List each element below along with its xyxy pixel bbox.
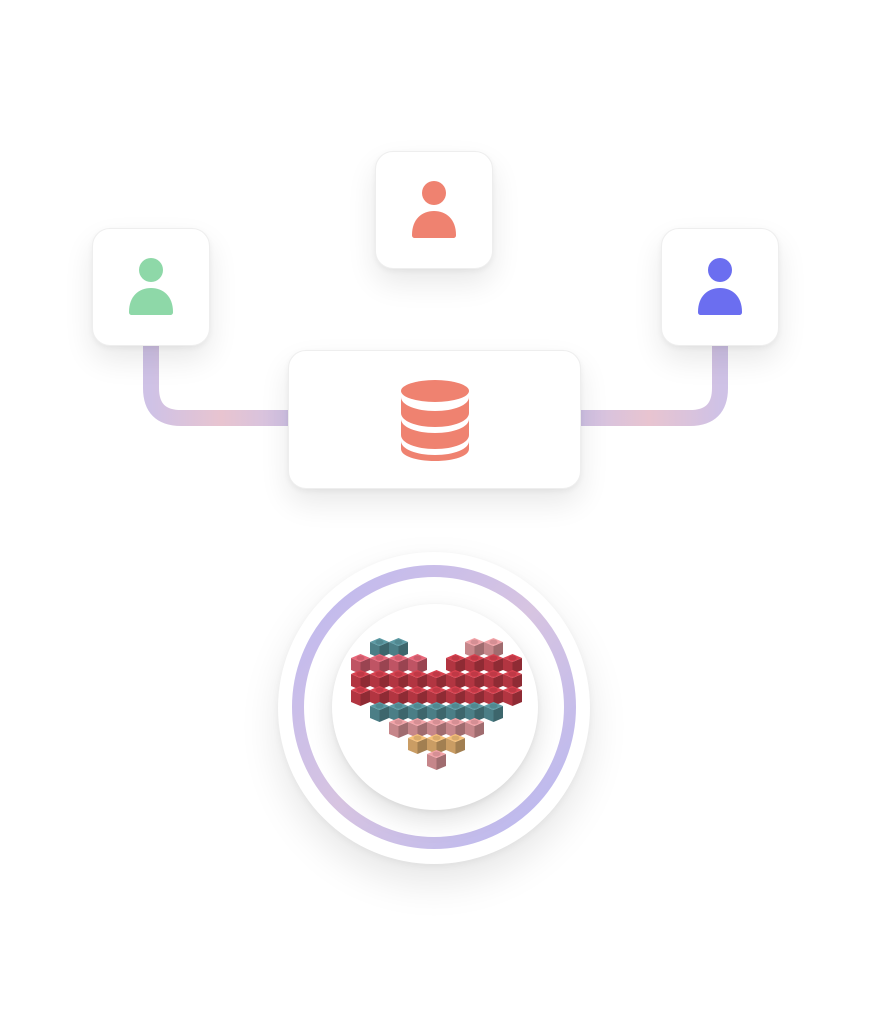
brick-stud bbox=[413, 687, 422, 693]
brick-stud bbox=[356, 655, 365, 661]
brick-stud bbox=[451, 687, 460, 693]
brick-stud bbox=[375, 655, 384, 661]
brick-stud bbox=[394, 703, 403, 709]
brick-stud bbox=[394, 671, 403, 677]
brick-stud bbox=[489, 687, 498, 693]
brick-stud bbox=[356, 687, 365, 693]
brick-stud bbox=[432, 751, 441, 757]
brick-stud bbox=[413, 703, 422, 709]
brick-stud bbox=[413, 735, 422, 741]
brick-stud bbox=[470, 655, 479, 661]
brick-stud bbox=[451, 703, 460, 709]
brick-stud bbox=[394, 687, 403, 693]
brick-stud bbox=[356, 671, 365, 677]
brick-stud bbox=[451, 719, 460, 725]
brick-stud bbox=[489, 639, 498, 645]
brick-stud bbox=[470, 639, 479, 645]
brick-stud bbox=[413, 655, 422, 661]
destination-ring bbox=[292, 565, 576, 849]
brick-stud bbox=[508, 687, 517, 693]
brick-stud bbox=[508, 655, 517, 661]
brick-stud bbox=[470, 719, 479, 725]
brick-stud bbox=[394, 639, 403, 645]
brick-stud bbox=[489, 655, 498, 661]
brick-stud bbox=[489, 671, 498, 677]
brick-stud bbox=[470, 687, 479, 693]
brick-stud bbox=[432, 687, 441, 693]
brick-stud bbox=[394, 655, 403, 661]
brick-stud bbox=[451, 655, 460, 661]
brick-stud bbox=[508, 671, 517, 677]
brick-stud bbox=[470, 703, 479, 709]
brick-stud bbox=[413, 719, 422, 725]
brick-stud bbox=[489, 703, 498, 709]
brick-stud bbox=[375, 703, 384, 709]
brick-stud bbox=[375, 687, 384, 693]
brick-stud bbox=[375, 671, 384, 677]
destination-node bbox=[332, 604, 538, 810]
diagram-canvas bbox=[0, 0, 896, 1034]
brick-stud bbox=[375, 639, 384, 645]
brick-heart-logo bbox=[351, 638, 522, 770]
brick-stud bbox=[432, 735, 441, 741]
brick-stud bbox=[432, 671, 441, 677]
brick-stud bbox=[432, 719, 441, 725]
brick-stud bbox=[413, 671, 422, 677]
brick-stud bbox=[394, 719, 403, 725]
brick-stud bbox=[432, 703, 441, 709]
brick-stud bbox=[451, 735, 460, 741]
brick-stud bbox=[470, 671, 479, 677]
brick-stud bbox=[451, 671, 460, 677]
